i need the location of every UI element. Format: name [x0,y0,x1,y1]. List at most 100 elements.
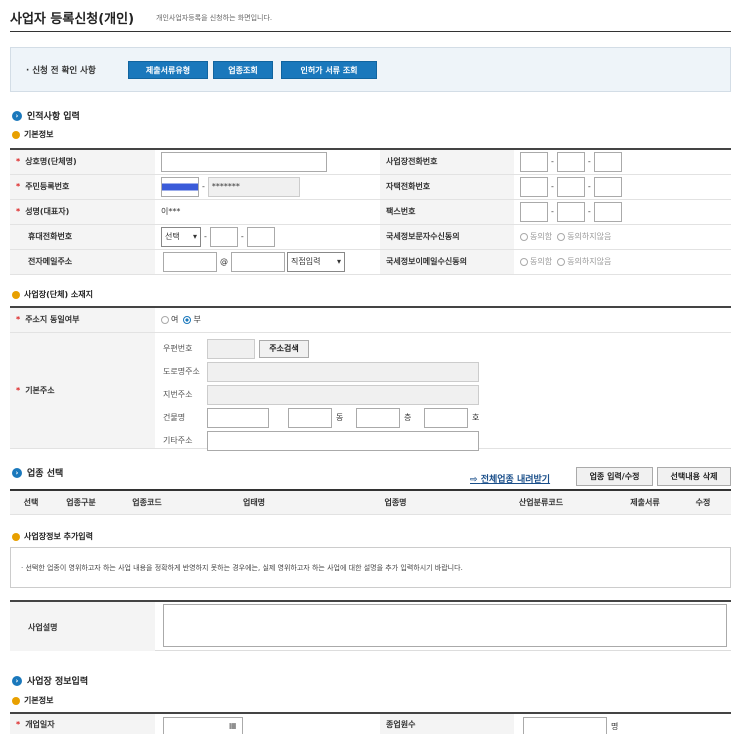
company-name-input[interactable] [161,151,327,172]
email-domain-select[interactable]: 직접입력 ▾ [287,251,345,272]
table-row: * 기본주소 우편번호 주소검색 도로명주소 지번주소 건물명 동 층 호 기타주… [10,332,731,451]
bullet-icon [12,130,20,139]
building-input[interactable] [207,407,269,428]
bullet-icon [12,290,20,299]
building-label: 건물명 [163,412,186,422]
road-address-label: 도로명주소 [163,366,200,376]
home-phone-label: 자택전화번호 [380,174,514,200]
email-label: 전자메일주소 [10,249,155,275]
mobile-2[interactable] [209,226,238,247]
table-row: * 상호명(단체명) 사업장전화번호 -- [10,149,731,175]
table-header-row: 선택 업종구분 업종코드 업태명 업종명 산업분류코드 제출서류 수정 [10,489,731,515]
download-icon: ⇨ [470,475,481,485]
desc-label: 사업설명 [10,602,155,651]
same-address-no[interactable] [183,315,192,324]
ceo-name-label: 성명(대표자) [25,207,70,216]
biz-phone-2[interactable] [556,151,585,172]
desc-row: 사업설명 [10,600,731,651]
company-name-label: 상호명(단체명) [25,157,77,167]
personal-section-title: › 인적사항 입력 [12,109,80,122]
other-address-input[interactable] [207,430,479,451]
same-address-yes[interactable] [161,315,169,324]
sms-consent-no[interactable] [557,232,566,241]
rrn-back-input[interactable]: ******* [207,176,300,197]
extra-notice: · 선택한 업종이 영위하고자 하는 사업 내용을 정확하게 반영하지 못하는 … [10,547,731,588]
ho-input[interactable] [424,407,468,428]
email-domain-input[interactable] [231,251,285,272]
biz-phone-label: 사업장전화번호 [380,149,514,175]
dong-input[interactable] [288,407,332,428]
mobile-label: 휴대전화번호 [10,224,155,250]
lot-address-input[interactable] [207,384,479,405]
address-table: * 주소지 동일여부 여 부 * 기본주소 우편번호 주소검색 도로명주소 지번주소… [10,306,731,451]
floor-input[interactable] [356,407,400,428]
sms-consent-label: 국세정보문자수신동의 [380,224,514,250]
road-address-input[interactable] [207,361,479,382]
delete-selection-button[interactable]: 선택내용 삭제 [657,467,731,486]
personal-subtitle: 기본정보 [12,129,53,140]
fax-2[interactable] [556,201,585,222]
lot-address-label: 지번주소 [163,389,193,399]
download-all-link[interactable]: ⇨ 전체업종 내려받기 [470,472,550,485]
home-phone-3[interactable] [593,176,622,197]
sms-consent-yes[interactable] [520,232,528,241]
table-row: 전자메일주소 @ 직접입력 ▾ 국세정보이메일수신동의 동의함 동의하지않음 [10,249,731,275]
dong-label: 동 [336,412,344,422]
bizinfo-row: * 개업일자 ▦ 종업원수 명 [10,712,731,734]
mobile-prefix-select[interactable]: 선택 ▾ [161,226,201,247]
title-divider [10,31,731,32]
industry-edit-button[interactable]: 업종 입력/수정 [576,467,653,486]
chevron-down-icon: ▾ [336,257,341,266]
home-phone-2[interactable] [556,176,585,197]
employees-label: 종업원수 [380,714,514,734]
fax-1[interactable] [520,201,548,222]
table-row: * 성명(대표자) 이*** 팩스번호 -- [10,199,731,225]
col-docs: 제출서류 [615,489,675,515]
col-industry-type: 업종구분 [52,489,110,515]
col-edit: 수정 [675,489,731,515]
table-row: * 주소지 동일여부 여 부 [10,307,731,333]
postal-input[interactable] [207,338,255,359]
page-title: 사업자 등록신청(개인) [10,12,135,27]
submit-docs-button[interactable]: 제출서류유형 [128,61,208,79]
permit-docs-button[interactable]: 인허가 서류 조회 [281,61,377,79]
base-address-label: 기본주소 [25,385,55,395]
email-consent-yes[interactable] [520,257,528,266]
rrn-front-input[interactable] [161,176,199,197]
precheck-label: · 신청 전 확인 사항 [26,66,96,76]
same-address-label: 주소지 동일여부 [25,315,80,325]
personal-table: * 상호명(단체명) 사업장전화번호 -- * 주민등록번호 - ******* 자택… [10,148,731,275]
calendar-icon[interactable]: ▦ [229,721,237,730]
email-consent-no[interactable] [557,257,566,266]
employees-input[interactable] [523,717,607,734]
arrow-circle-icon: › [12,110,22,121]
col-industry-name: 업종명 [324,489,467,515]
industry-section-title: › 업종 선택 [12,466,63,479]
bullet-icon [12,696,20,705]
address-search-button[interactable]: 주소검색 [259,339,309,358]
other-address-label: 기타주소 [163,435,193,445]
employees-unit: 명 [611,722,619,731]
mobile-3[interactable] [246,226,275,247]
postal-label: 우편번호 [163,343,193,353]
email-consent-label: 국세정보이메일수신동의 [380,249,514,275]
biz-phone-1[interactable] [520,151,548,172]
ceo-name-value: 이*** [155,199,380,225]
open-date-label: 개업일자 [25,720,55,729]
fax-label: 팩스번호 [380,199,514,225]
fax-3[interactable] [593,201,622,222]
address-subtitle: 사업장(단체) 소재지 [12,289,93,300]
industry-lookup-button[interactable]: 업종조회 [213,61,273,79]
table-row: * 주민등록번호 - ******* 자택전화번호 -- [10,174,731,200]
home-phone-1[interactable] [520,176,548,197]
biz-phone-3[interactable] [593,151,622,172]
extra-subtitle: 사업장정보 추가입력 [12,531,93,542]
bizinfo-section-title: › 사업장 정보입력 [12,674,88,687]
chevron-down-icon: ▾ [192,232,197,241]
email-id-input[interactable] [163,251,217,272]
ho-label: 호 [472,412,480,422]
floor-label: 층 [404,412,412,422]
desc-textarea[interactable] [163,604,727,647]
bullet-icon [12,532,20,541]
industry-table: 선택 업종구분 업종코드 업태명 업종명 산업분류코드 제출서류 수정 [10,489,731,515]
